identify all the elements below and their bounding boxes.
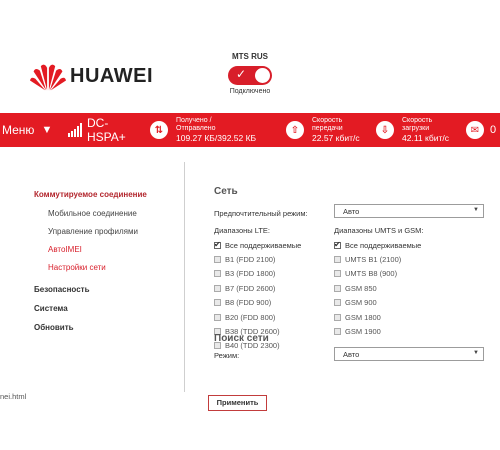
umts-bands-header: Диапазоны UMTS и GSM:: [334, 226, 424, 235]
download-label-2: загрузки: [402, 125, 430, 132]
umts-band-checkbox-label: GSM 1900: [345, 327, 381, 337]
umts-band-checkbox-row[interactable]: GSM 850: [334, 281, 424, 295]
nav-update[interactable]: Обновить: [34, 323, 184, 332]
lte-band-checkbox[interactable]: [214, 270, 221, 278]
status-url-text: nei.html: [0, 392, 27, 401]
envelope-icon: ✉: [466, 121, 484, 139]
lte-bands-header: Диапазоны LTE:: [214, 226, 271, 235]
chevron-down-icon: ▼: [473, 350, 479, 356]
lte-band-checkbox-label: B3 (FDD 1800): [225, 269, 276, 279]
preferred-mode-value: Авто: [343, 207, 360, 216]
network-search-title: Поиск сети: [214, 333, 269, 344]
nav-system[interactable]: Система: [34, 304, 184, 313]
signal-strength-icon: [68, 123, 83, 137]
traffic-label-2: Отправлено: [176, 125, 216, 132]
nav-item-profile-management[interactable]: Управление профилями: [48, 227, 184, 236]
traffic-stat: ⇅ Получено / Отправлено 109.27 КБ/392.52…: [150, 117, 256, 143]
lte-band-checkbox-row[interactable]: B3 (FDD 1800): [214, 267, 301, 281]
umts-band-checkbox-row[interactable]: UMTS B1 (2100): [334, 252, 424, 266]
umts-band-checkbox-label: GSM 850: [345, 283, 377, 293]
menu-arrow-icon: ▼: [41, 124, 53, 136]
chevron-down-icon: ▼: [473, 207, 479, 213]
lte-band-checkbox-row[interactable]: Все поддерживаемые: [214, 238, 301, 252]
lte-band-checkbox-label: B7 (FDD 2600): [225, 283, 276, 293]
umts-band-checkbox[interactable]: [334, 240, 341, 249]
network-section-title: Сеть: [214, 186, 238, 197]
umts-band-checkbox-label: GSM 900: [345, 298, 377, 308]
upload-label-2: передачи: [312, 125, 343, 132]
lte-band-checkbox[interactable]: [214, 299, 221, 307]
umts-band-checkbox-row[interactable]: UMTS B8 (900): [334, 267, 424, 281]
traffic-label-1: Получено /: [176, 117, 212, 124]
umts-band-checkbox[interactable]: [334, 284, 341, 292]
download-speed-stat: ⇩ Скорость загрузки 42.11 кбит/с: [376, 117, 449, 143]
check-icon: ✓: [236, 67, 247, 81]
transfer-icon: ⇅: [150, 121, 168, 139]
network-settings-panel: Сеть Предпочтительный режим: Авто ▼ Диап…: [214, 186, 494, 361]
lte-band-checkbox[interactable]: [214, 256, 221, 264]
download-label-1: Скорость: [402, 117, 433, 124]
menu-button[interactable]: Меню ▼: [0, 123, 62, 137]
messages-count: 0: [490, 124, 497, 136]
lte-band-checkbox-label: B1 (FDD 2100): [225, 255, 276, 265]
nav-item-network-settings[interactable]: Настройки сети: [48, 263, 184, 272]
umts-band-checkbox-label: UMTS B1 (2100): [345, 255, 402, 265]
umts-band-checkbox[interactable]: [334, 270, 341, 278]
umts-band-checkbox-row[interactable]: Все поддерживаемые: [334, 238, 424, 252]
search-mode-select[interactable]: Авто ▼: [334, 347, 484, 361]
umts-band-checkbox-row[interactable]: GSM 1800: [334, 310, 424, 324]
brand-name: HUAWEI: [70, 64, 153, 87]
umts-band-checkbox[interactable]: [334, 256, 341, 264]
nav-security[interactable]: Безопасность: [34, 285, 184, 294]
upload-label-1: Скорость: [312, 117, 343, 124]
upload-arrow-icon: ⇧: [286, 121, 304, 139]
operator-panel: MTS RUS ✓ Подключено: [228, 52, 272, 95]
search-mode-value: Авто: [343, 350, 360, 359]
lte-band-checkbox[interactable]: [214, 284, 221, 292]
lte-band-checkbox-row[interactable]: B20 (FDD 800): [214, 310, 301, 324]
download-arrow-icon: ⇩: [376, 121, 394, 139]
apply-button[interactable]: Применить: [208, 395, 267, 411]
search-mode-label: Режим:: [214, 351, 240, 360]
lte-band-checkbox-row[interactable]: B7 (FDD 2600): [214, 281, 301, 295]
lte-band-checkbox[interactable]: [214, 313, 221, 321]
preferred-mode-label: Предпочтительный режим:: [214, 209, 308, 218]
umts-band-checkbox-label: Все поддерживаемые: [345, 240, 422, 250]
toggle-knob: [255, 68, 270, 83]
lte-band-checkbox[interactable]: [214, 240, 221, 249]
sidebar: Коммутируемое соединение Мобильное соеди…: [34, 190, 184, 342]
lte-band-checkbox-label: Все поддерживаемые: [225, 240, 302, 250]
upload-value: 22.57 кбит/с: [312, 133, 360, 143]
umts-band-checkbox[interactable]: [334, 313, 341, 321]
umts-band-checkbox[interactable]: [334, 299, 341, 307]
huawei-logo: HUAWEI: [30, 60, 153, 92]
lte-band-checkbox-label: B8 (FDD 900): [225, 298, 272, 308]
status-bar: Меню ▼ DC-HSPA+ ⇅ Получено / Отправлено …: [0, 113, 500, 147]
umts-band-checkbox-row[interactable]: GSM 1900: [334, 324, 424, 338]
nav-dialup[interactable]: Коммутируемое соединение: [34, 190, 184, 199]
menu-label: Меню: [2, 123, 35, 137]
nav-item-autoimei[interactable]: AвтоIMEI: [48, 245, 184, 254]
messages-button[interactable]: ✉ 0: [466, 121, 496, 139]
download-value: 42.11 кбит/с: [402, 133, 450, 143]
traffic-value: 109.27 КБ/392.52 КБ: [176, 133, 257, 143]
lte-band-checkbox-row[interactable]: B1 (FDD 2100): [214, 252, 301, 266]
sidebar-divider: [184, 162, 185, 392]
connection-status: Подключено: [229, 88, 271, 95]
huawei-flower-icon: [30, 64, 66, 91]
lte-band-checkbox-label: B20 (FDD 800): [225, 312, 276, 322]
umts-band-checkbox-label: UMTS B8 (900): [345, 269, 398, 279]
network-type: DC-HSPA+: [87, 116, 126, 144]
umts-gsm-bands: Диапазоны UMTS и GSM: Все поддерживаемые…: [334, 226, 424, 339]
umts-band-checkbox-label: GSM 1800: [345, 312, 381, 322]
umts-band-checkbox-row[interactable]: GSM 900: [334, 296, 424, 310]
umts-band-checkbox[interactable]: [334, 328, 341, 336]
lte-band-checkbox-row[interactable]: B8 (FDD 900): [214, 296, 301, 310]
operator-name: MTS RUS: [232, 52, 268, 61]
connection-toggle[interactable]: ✓: [228, 66, 272, 85]
nav-item-mobile-connection[interactable]: Мобильное соединение: [48, 209, 184, 218]
preferred-mode-select[interactable]: Авто ▼: [334, 204, 484, 218]
upload-speed-stat: ⇧ Скорость передачи 22.57 кбит/с: [286, 117, 360, 143]
